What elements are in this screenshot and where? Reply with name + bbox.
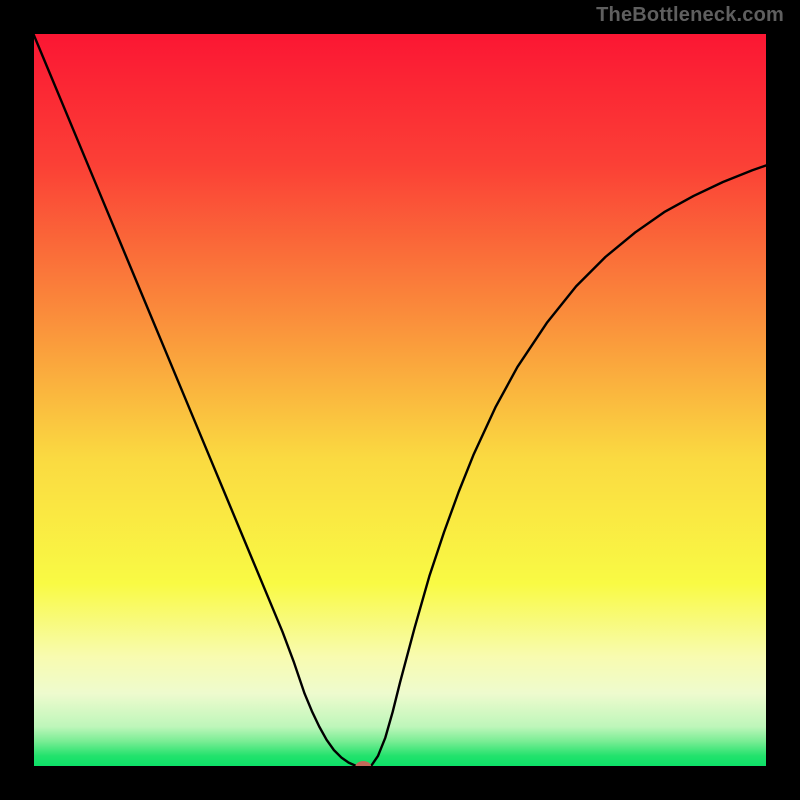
chart-stage: TheBottleneck.com (0, 0, 800, 800)
plot-background (33, 33, 767, 767)
watermark-text: TheBottleneck.com (596, 4, 784, 27)
bottleneck-chart (0, 0, 800, 800)
